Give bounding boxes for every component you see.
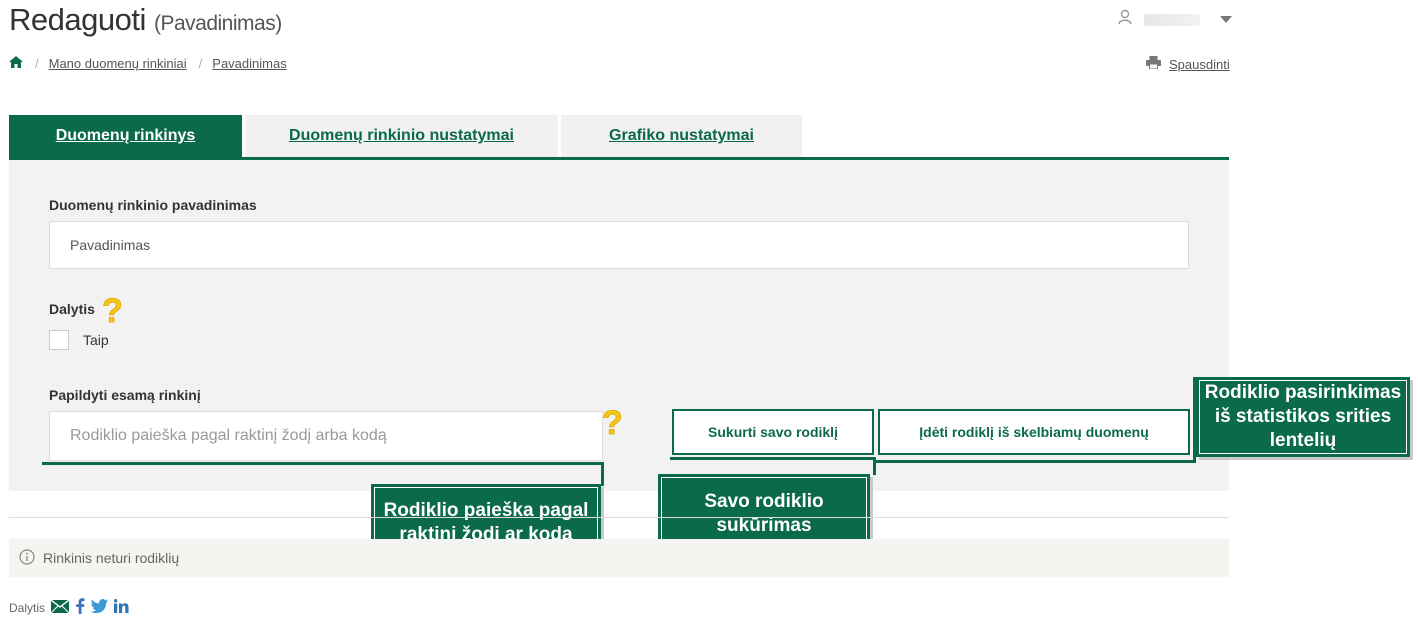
breadcrumb-link-current[interactable]: Pavadinimas [212, 56, 286, 71]
tab-bar: Duomenų rinkinys Duomenų rinkinio nustat… [9, 115, 1229, 160]
annotation-underline [42, 462, 604, 465]
breadcrumb: / Mano duomenų rinkiniai / Pavadinimas [9, 56, 287, 71]
annotation-underline [670, 457, 876, 460]
breadcrumb-separator: / [35, 56, 39, 71]
info-icon [19, 548, 35, 568]
svg-text:?: ? [602, 404, 623, 438]
share-checkbox[interactable] [49, 330, 69, 350]
callout-select: Rodiklio pasirinkimas iš statistikos sri… [1196, 377, 1410, 457]
printer-icon [1146, 56, 1161, 72]
page-title-main: Redaguoti [9, 2, 146, 37]
share-label: Dalytis [49, 301, 95, 317]
print-button[interactable]: Spausdinti [1146, 56, 1230, 72]
linkedin-icon[interactable] [113, 599, 129, 616]
dataset-name-label: Duomenų rinkinio pavadinimas [49, 197, 257, 213]
page-title-subtitle: (Pavadinimas) [153, 12, 282, 35]
tab-chart-settings[interactable]: Grafiko nustatymai [561, 115, 802, 157]
tab-dataset-settings[interactable]: Duomenų rinkinio nustatymai [245, 115, 558, 157]
insert-indicator-button[interactable]: Įdėti rodiklį iš skelbiamų duomenų [878, 409, 1190, 455]
share-label: Dalytis [9, 600, 46, 615]
indicator-search-input[interactable]: Rodiklio paieška pagal raktinį žodį arba… [49, 411, 603, 461]
user-icon [1118, 9, 1132, 30]
empty-state-text: Rinkinis neturi rodiklių [43, 550, 180, 566]
twitter-icon[interactable] [91, 599, 109, 616]
chevron-down-icon[interactable] [1220, 16, 1232, 23]
user-menu[interactable] [1118, 9, 1232, 30]
svg-text:?: ? [102, 292, 123, 326]
home-icon[interactable] [9, 56, 23, 71]
annotation-connector [601, 462, 604, 486]
tab-dataset[interactable]: Duomenų rinkinys [9, 115, 242, 157]
annotation-underline [876, 460, 1194, 463]
share-bar: Dalytis [9, 598, 129, 617]
user-name [1144, 13, 1200, 26]
breadcrumb-link-datasets[interactable]: Mano duomenų rinkiniai [49, 56, 187, 71]
help-icon[interactable]: ? [100, 292, 128, 331]
create-indicator-button[interactable]: Sukurti savo rodiklį [672, 409, 874, 455]
share-checkbox-label: Taip [83, 332, 109, 348]
dataset-name-input[interactable]: Pavadinimas [49, 221, 1189, 269]
page: Redaguoti (Pavadinimas) / Mano duomenų r… [0, 0, 1418, 635]
append-label: Papildyti esamą rinkinį [49, 387, 201, 403]
facebook-icon[interactable] [75, 598, 85, 617]
breadcrumb-separator: / [198, 56, 203, 71]
help-icon[interactable]: ? [600, 404, 628, 443]
divider [9, 517, 1229, 518]
email-icon[interactable] [50, 598, 70, 616]
page-title: Redaguoti (Pavadinimas) [9, 2, 282, 38]
print-label: Spausdinti [1169, 56, 1230, 72]
empty-state-notice: Rinkinis neturi rodiklių [9, 539, 1229, 577]
